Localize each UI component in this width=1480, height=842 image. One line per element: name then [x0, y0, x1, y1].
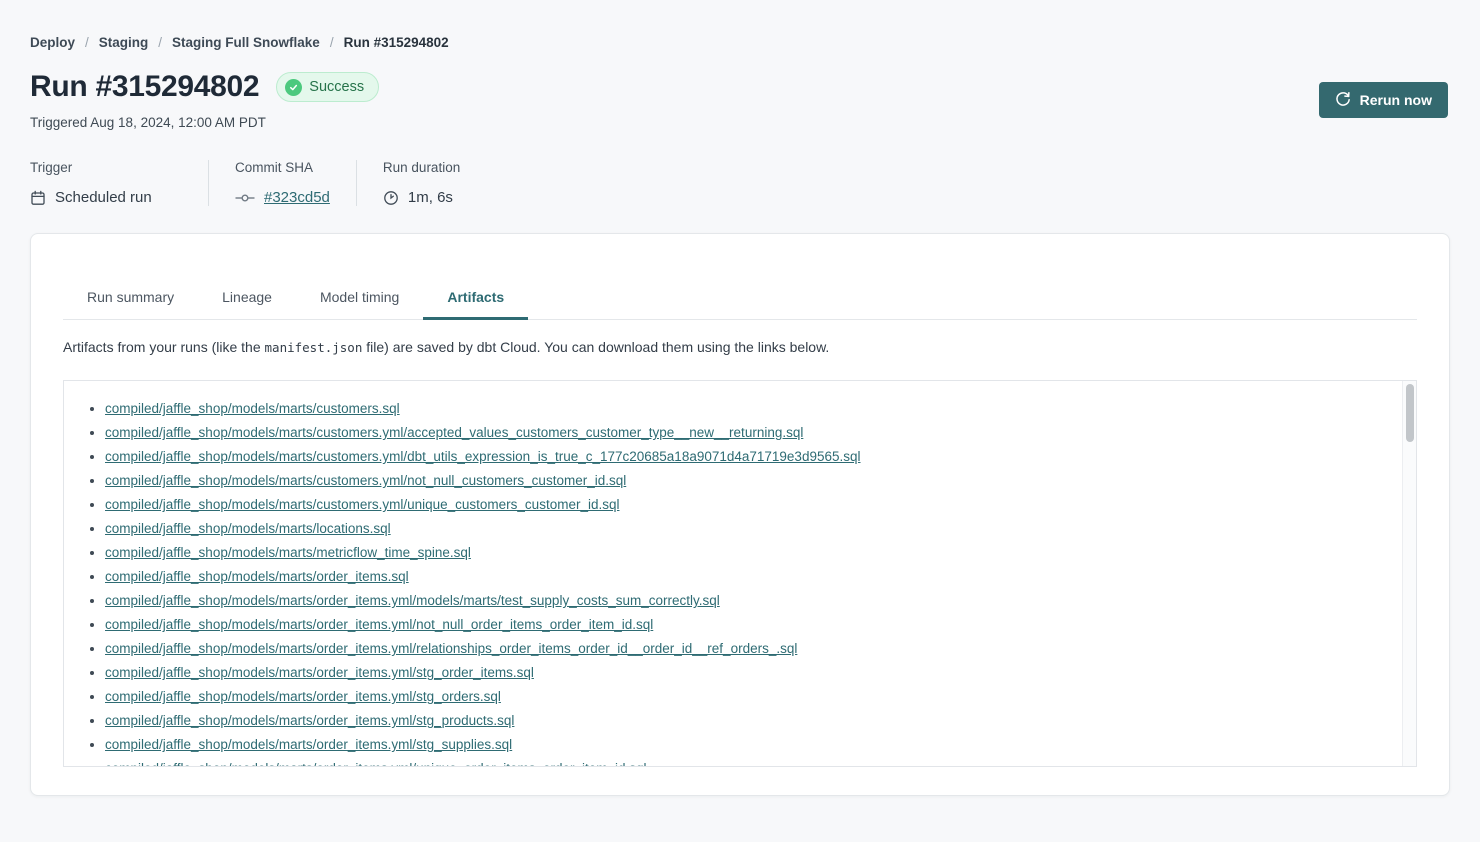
meta-commit-value: #323cd5d [235, 189, 330, 206]
artifact-link[interactable]: compiled/jaffle_shop/models/marts/order_… [105, 617, 653, 632]
artifact-link[interactable]: compiled/jaffle_shop/models/marts/order_… [105, 569, 409, 584]
artifacts-description-suffix: file) are saved by dbt Cloud. You can do… [362, 339, 829, 355]
breadcrumb-item: Run #315294802 [344, 35, 449, 50]
triggered-timestamp: Triggered Aug 18, 2024, 12:00 AM PDT [30, 115, 1450, 130]
breadcrumb-separator: / [158, 35, 162, 50]
meta-commit: Commit SHA #323cd5d [208, 160, 330, 206]
artifact-link[interactable]: compiled/jaffle_shop/models/marts/order_… [105, 665, 534, 680]
artifact-list-item: compiled/jaffle_shop/models/marts/custom… [105, 397, 1392, 421]
artifact-link[interactable]: compiled/jaffle_shop/models/marts/order_… [105, 593, 720, 608]
artifact-list-item: compiled/jaffle_shop/models/marts/order_… [105, 733, 1392, 757]
artifact-list-item: compiled/jaffle_shop/models/marts/custom… [105, 421, 1392, 445]
meta-trigger-value: Scheduled run [30, 189, 182, 206]
artifacts-description-code: manifest.json [265, 340, 363, 355]
run-meta-row: Trigger Scheduled run Commit SHA [30, 160, 1450, 206]
artifact-link[interactable]: compiled/jaffle_shop/models/marts/locati… [105, 521, 391, 536]
artifact-link[interactable]: compiled/jaffle_shop/models/marts/custom… [105, 473, 626, 488]
artifact-link[interactable]: compiled/jaffle_shop/models/marts/order_… [105, 761, 647, 767]
artifacts-description: Artifacts from your runs (like the manif… [63, 339, 1417, 355]
artifact-list-item: compiled/jaffle_shop/models/marts/locati… [105, 517, 1392, 541]
artifacts-description-prefix: Artifacts from your runs (like the [63, 339, 265, 355]
rerun-now-button[interactable]: Rerun now [1319, 82, 1448, 118]
status-badge-label: Success [309, 79, 364, 95]
clock-icon [383, 190, 399, 206]
commit-icon [235, 192, 255, 204]
artifact-list-item: compiled/jaffle_shop/models/marts/order_… [105, 613, 1392, 637]
meta-trigger: Trigger Scheduled run [30, 160, 182, 206]
artifact-link[interactable]: compiled/jaffle_shop/models/marts/metric… [105, 545, 471, 560]
artifact-list-item: compiled/jaffle_shop/models/marts/custom… [105, 445, 1392, 469]
artifact-link[interactable]: compiled/jaffle_shop/models/marts/order_… [105, 689, 501, 704]
check-circle-icon [285, 79, 302, 96]
artifact-list-item: compiled/jaffle_shop/models/marts/metric… [105, 541, 1392, 565]
artifact-list-item: compiled/jaffle_shop/models/marts/custom… [105, 469, 1392, 493]
scrollbar-thumb[interactable] [1406, 384, 1414, 442]
artifact-list-item: compiled/jaffle_shop/models/marts/order_… [105, 589, 1392, 613]
commit-sha-link[interactable]: #323cd5d [264, 189, 330, 206]
title-row: Run #315294802 Success [30, 70, 1450, 104]
artifact-link[interactable]: compiled/jaffle_shop/models/marts/custom… [105, 401, 400, 416]
meta-trigger-label: Trigger [30, 160, 182, 175]
artifact-list-item: compiled/jaffle_shop/models/marts/order_… [105, 709, 1392, 733]
artifact-list-item: compiled/jaffle_shop/models/marts/order_… [105, 661, 1392, 685]
artifact-list-item: compiled/jaffle_shop/models/marts/order_… [105, 637, 1392, 661]
tab-model-timing[interactable]: Model timing [296, 281, 423, 320]
artifact-link[interactable]: compiled/jaffle_shop/models/marts/custom… [105, 449, 861, 464]
artifact-list-item: compiled/jaffle_shop/models/marts/order_… [105, 685, 1392, 709]
refresh-icon [1335, 91, 1351, 110]
page-title: Run #315294802 [30, 70, 259, 104]
artifact-list: compiled/jaffle_shop/models/marts/custom… [64, 381, 1416, 767]
artifact-list-item: compiled/jaffle_shop/models/marts/custom… [105, 493, 1392, 517]
breadcrumb-item[interactable]: Deploy [30, 35, 75, 50]
breadcrumb-item[interactable]: Staging Full Snowflake [172, 35, 320, 50]
rerun-now-label: Rerun now [1360, 92, 1432, 108]
artifact-list-container: compiled/jaffle_shop/models/marts/custom… [63, 380, 1417, 767]
meta-duration-label: Run duration [383, 160, 460, 175]
artifact-link[interactable]: compiled/jaffle_shop/models/marts/custom… [105, 497, 619, 512]
artifact-list-item: compiled/jaffle_shop/models/marts/order_… [105, 565, 1392, 589]
tab-lineage[interactable]: Lineage [198, 281, 296, 320]
scrollbar-track[interactable] [1402, 381, 1416, 766]
artifact-link[interactable]: compiled/jaffle_shop/models/marts/order_… [105, 713, 514, 728]
meta-trigger-text: Scheduled run [55, 189, 152, 206]
breadcrumb-separator: / [330, 35, 334, 50]
artifact-list-item: compiled/jaffle_shop/models/marts/order_… [105, 757, 1392, 767]
meta-duration-text: 1m, 6s [408, 189, 453, 206]
meta-duration-value: 1m, 6s [383, 189, 460, 206]
tab-artifacts[interactable]: Artifacts [423, 281, 528, 320]
calendar-icon [30, 190, 46, 206]
tab-run-summary[interactable]: Run summary [63, 281, 198, 320]
meta-duration: Run duration 1m, 6s [356, 160, 460, 206]
run-detail-page: Deploy / Staging / Staging Full Snowflake / Ru… [0, 0, 1480, 796]
artifact-link[interactable]: compiled/jaffle_shop/models/marts/order_… [105, 641, 797, 656]
run-detail-card: Run summaryLineageModel timing Artifacts … [30, 233, 1450, 796]
artifact-link[interactable]: compiled/jaffle_shop/models/marts/order_… [105, 737, 512, 752]
breadcrumb-item[interactable]: Staging [99, 35, 149, 50]
tabs: Run summaryLineageModel timingArtifacts [63, 281, 1417, 320]
meta-commit-label: Commit SHA [235, 160, 330, 175]
status-badge: Success [276, 72, 379, 102]
artifact-link[interactable]: compiled/jaffle_shop/models/marts/custom… [105, 425, 803, 440]
breadcrumb-separator: / [85, 35, 89, 50]
breadcrumb: Deploy / Staging / Staging Full Snowflake / Ru… [30, 0, 1450, 50]
